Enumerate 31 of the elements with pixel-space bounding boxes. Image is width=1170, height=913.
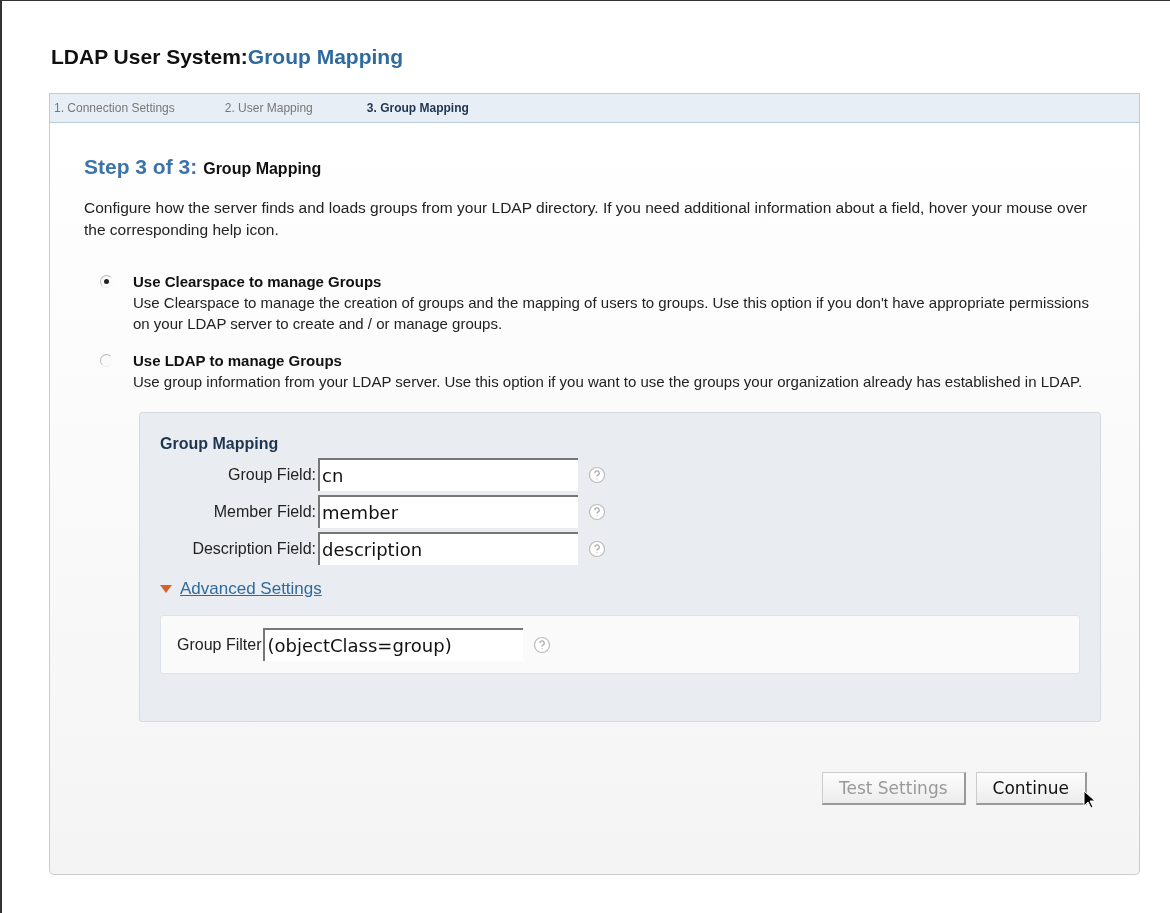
input-field[interactable]: cn [318, 458, 578, 491]
option-label: Use Clearspace to manage Groups [133, 272, 383, 292]
option-label: Use LDAP to manage Groups [133, 351, 343, 371]
field-label: Group Field: [226, 465, 317, 484]
field-label: Member Field: [212, 502, 317, 521]
section-title: Group Mapping [160, 435, 280, 453]
advanced-settings-link[interactable]: Advanced Settings [180, 579, 322, 599]
page-title: LDAP User System: [51, 45, 248, 68]
step-tab[interactable]: 2. User Mapping [202, 101, 341, 115]
help-icon[interactable] [588, 502, 606, 521]
action-button[interactable]: Continue [975, 772, 1087, 805]
input-field[interactable]: member [318, 495, 578, 528]
option-description: Use group information from your LDAP server. Use this option if you want to use the groups your organization already has established in LDAP. [133, 372, 1084, 392]
help-icon[interactable] [588, 539, 606, 558]
step-tab[interactable]: 1. Connection Settings [50, 101, 203, 115]
disclosure-triangle-icon[interactable] [160, 585, 172, 593]
step-counter: Step 3 of 3: [84, 155, 198, 179]
radio-button[interactable] [100, 354, 113, 367]
page-subtitle: Group Mapping [247, 45, 403, 68]
option-description: Use Clearspace to manage the creation of groups and the mapping of users to groups. Use this option if you don't have appropriate permissions on your LDAP server to create and / or manage groups. [133, 293, 1090, 334]
field-label: Group Filter [177, 635, 263, 654]
field-label: Description Field: [191, 539, 317, 558]
input-field[interactable]: (objectClass=group) [263, 628, 524, 661]
step-title: Group Mapping [203, 160, 322, 178]
intro-text: Configure how the server finds and loads groups from your LDAP directory. If you need additional information about a field, hover your mouse over the corresponding help icon. [84, 198, 1089, 240]
cursor-icon [1083, 790, 1097, 810]
help-icon[interactable] [533, 635, 552, 654]
help-icon[interactable] [588, 465, 606, 484]
input-field[interactable]: description [318, 532, 578, 565]
radio-button[interactable] [100, 275, 113, 288]
step-tab[interactable]: 3. Group Mapping [340, 101, 497, 115]
